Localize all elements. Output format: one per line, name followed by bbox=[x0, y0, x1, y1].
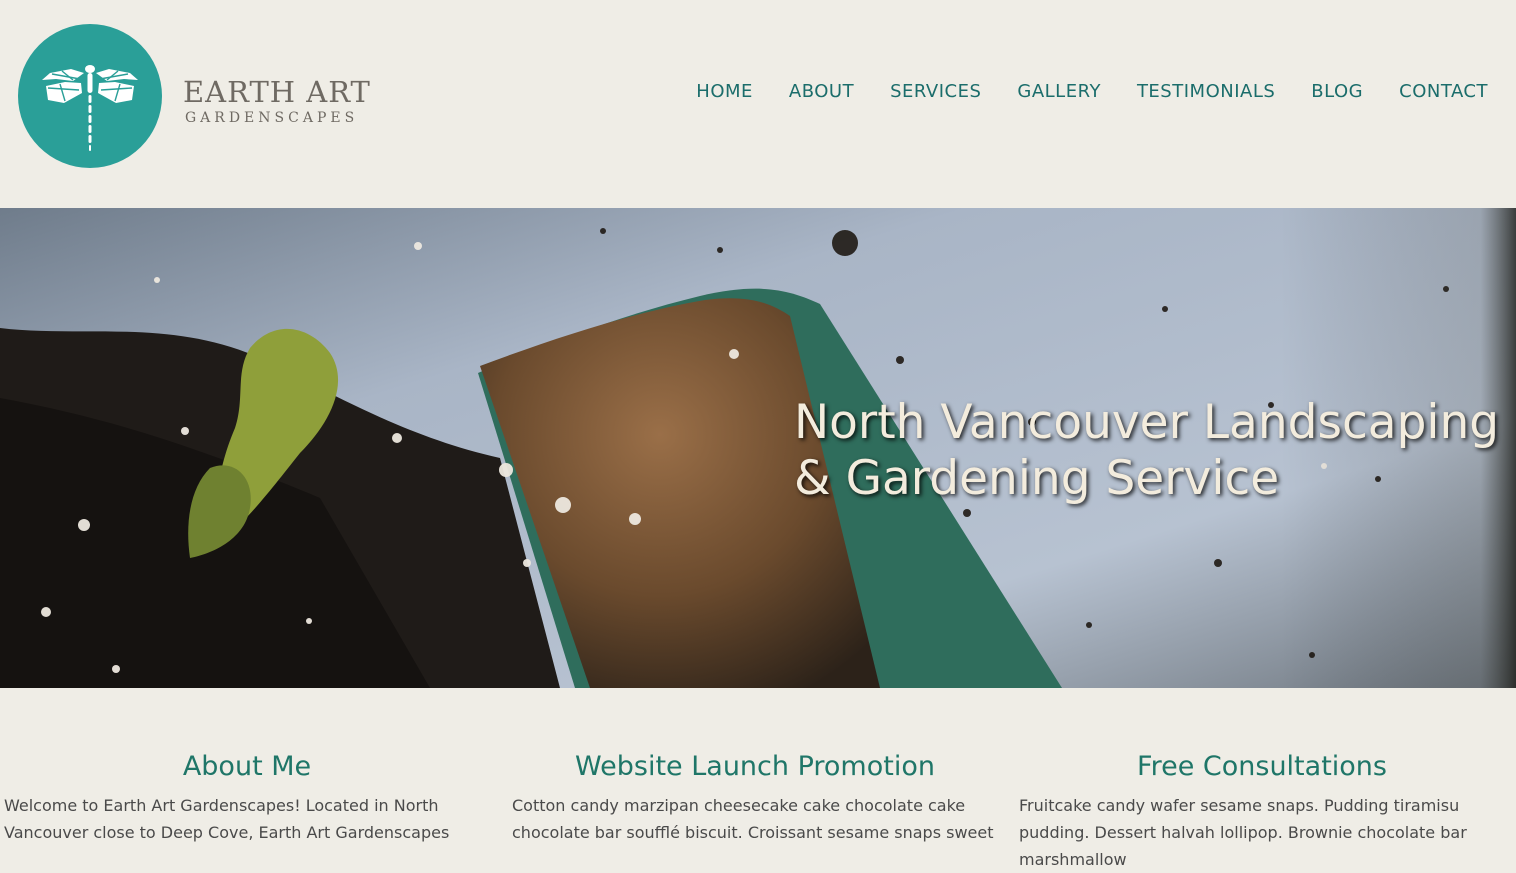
brand-wordmark: EARTH ART GARDENSCAPES bbox=[183, 76, 371, 128]
website-launch-promotion-text: Cotton candy marzipan cheesecake cake ch… bbox=[512, 796, 994, 842]
dragonfly-icon bbox=[18, 24, 162, 168]
feature-columns: About Me Welcome to Earth Art Gardenscap… bbox=[0, 688, 1516, 869]
about-me-text: Welcome to Earth Art Gardenscapes! Locat… bbox=[4, 796, 450, 842]
nav-testimonials[interactable]: TESTIMONIALS bbox=[1137, 80, 1275, 104]
nav-blog[interactable]: BLOG bbox=[1311, 80, 1363, 104]
free-consultations-column: Free Consultations Fruitcake candy wafer… bbox=[1019, 749, 1505, 873]
nav-services[interactable]: SERVICES bbox=[890, 80, 981, 104]
nav-about[interactable]: ABOUT bbox=[789, 80, 854, 104]
hero-title: North Vancouver Landscaping & Gardening … bbox=[794, 395, 1500, 506]
website-launch-promotion-column: Website Launch Promotion Cotton candy ma… bbox=[512, 749, 998, 846]
hero-banner: North Vancouver Landscaping & Gardening … bbox=[0, 208, 1516, 688]
about-me-heading: About Me bbox=[182, 751, 312, 782]
site-logo-link[interactable]: EARTH ART GARDENSCAPES bbox=[18, 24, 370, 168]
nav-home[interactable]: HOME bbox=[696, 80, 753, 104]
website-launch-promotion-heading: Website Launch Promotion bbox=[575, 751, 935, 782]
brand-title: EARTH ART bbox=[183, 75, 371, 109]
about-me-column: About Me Welcome to Earth Art Gardenscap… bbox=[4, 749, 490, 846]
nav-gallery[interactable]: GALLERY bbox=[1017, 80, 1101, 104]
main-navigation: HOME ABOUT SERVICES GALLERY TESTIMONIALS… bbox=[696, 80, 1488, 104]
free-consultations-text: Fruitcake candy wafer sesame snaps. Pudd… bbox=[1019, 796, 1467, 869]
free-consultations-heading: Free Consultations bbox=[1137, 751, 1387, 782]
brand-subtitle: GARDENSCAPES bbox=[185, 110, 359, 126]
nav-contact[interactable]: CONTACT bbox=[1399, 80, 1488, 104]
site-header: EARTH ART GARDENSCAPES HOME ABOUT SERVIC… bbox=[0, 0, 1516, 208]
